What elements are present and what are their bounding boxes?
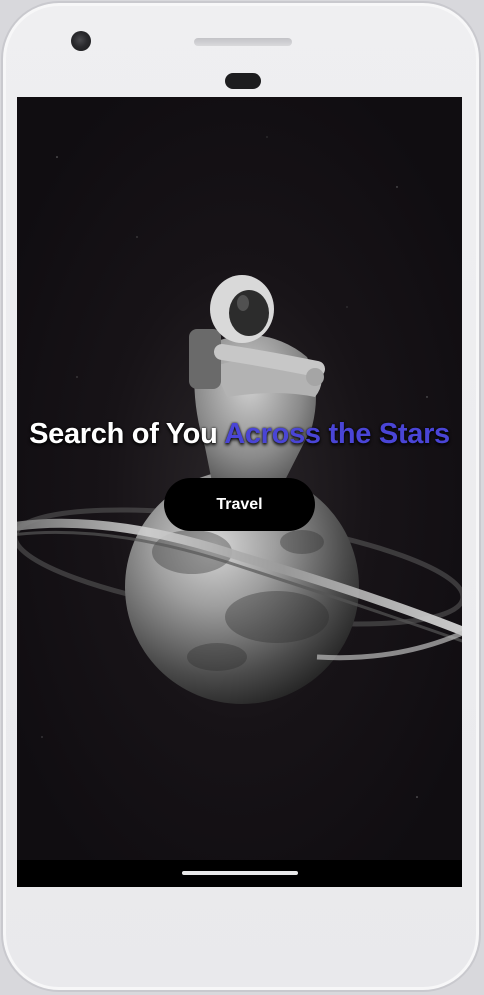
home-indicator[interactable]: [182, 871, 298, 875]
headline-accent-text: Across the Stars: [224, 418, 450, 450]
app-screen: Search of You Across the Stars Travel: [17, 97, 462, 887]
navigation-bar: [17, 860, 462, 887]
earpiece-speaker: [194, 38, 292, 46]
headline-text: Search of You: [29, 418, 218, 450]
front-camera: [71, 31, 91, 51]
travel-button[interactable]: Travel: [164, 478, 315, 531]
hero-headline: Search of You Across the Stars: [17, 418, 462, 451]
proximity-sensor: [225, 73, 261, 89]
